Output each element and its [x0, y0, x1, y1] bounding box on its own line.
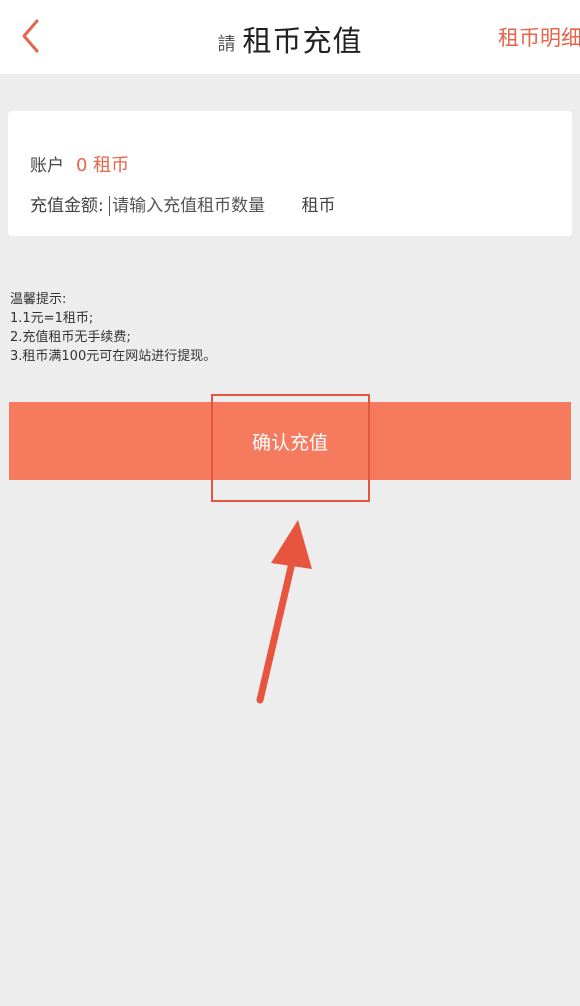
tip-item: 2.充值租币无手续费;: [10, 330, 131, 345]
account-row: 账户 0 租币: [30, 151, 129, 177]
amount-input[interactable]: [109, 196, 293, 216]
tip-item: 3.租币满100元可在网站进行提现。: [10, 349, 217, 364]
title-prefix: 請: [217, 34, 237, 55]
account-label: 账户: [30, 156, 64, 176]
amount-label: 充值金额:: [30, 196, 104, 216]
tips-title: 温馨提示:: [10, 292, 67, 307]
confirm-recharge-button[interactable]: 确认充值: [9, 402, 571, 480]
amount-unit: 租币: [301, 196, 336, 216]
recharge-card: 账户 0 租币 充值金额: 租币: [8, 111, 572, 236]
tip-item: 1.1元=1租币;: [10, 311, 94, 326]
tips: 温馨提示: 1.1元=1租币; 2.充值租币无手续费; 3.租币满100元可在网…: [10, 290, 216, 366]
header: 請租币充值 租币明细: [0, 0, 580, 74]
recharge-details-link[interactable]: 租币明细: [498, 22, 580, 52]
amount-row: 充值金额: 租币: [30, 191, 336, 216]
arrow-pointer-icon: [256, 520, 312, 704]
account-balance: 0 租币: [76, 155, 130, 176]
title-text: 租币充值: [242, 24, 363, 58]
page-title: 請租币充值: [0, 18, 580, 60]
